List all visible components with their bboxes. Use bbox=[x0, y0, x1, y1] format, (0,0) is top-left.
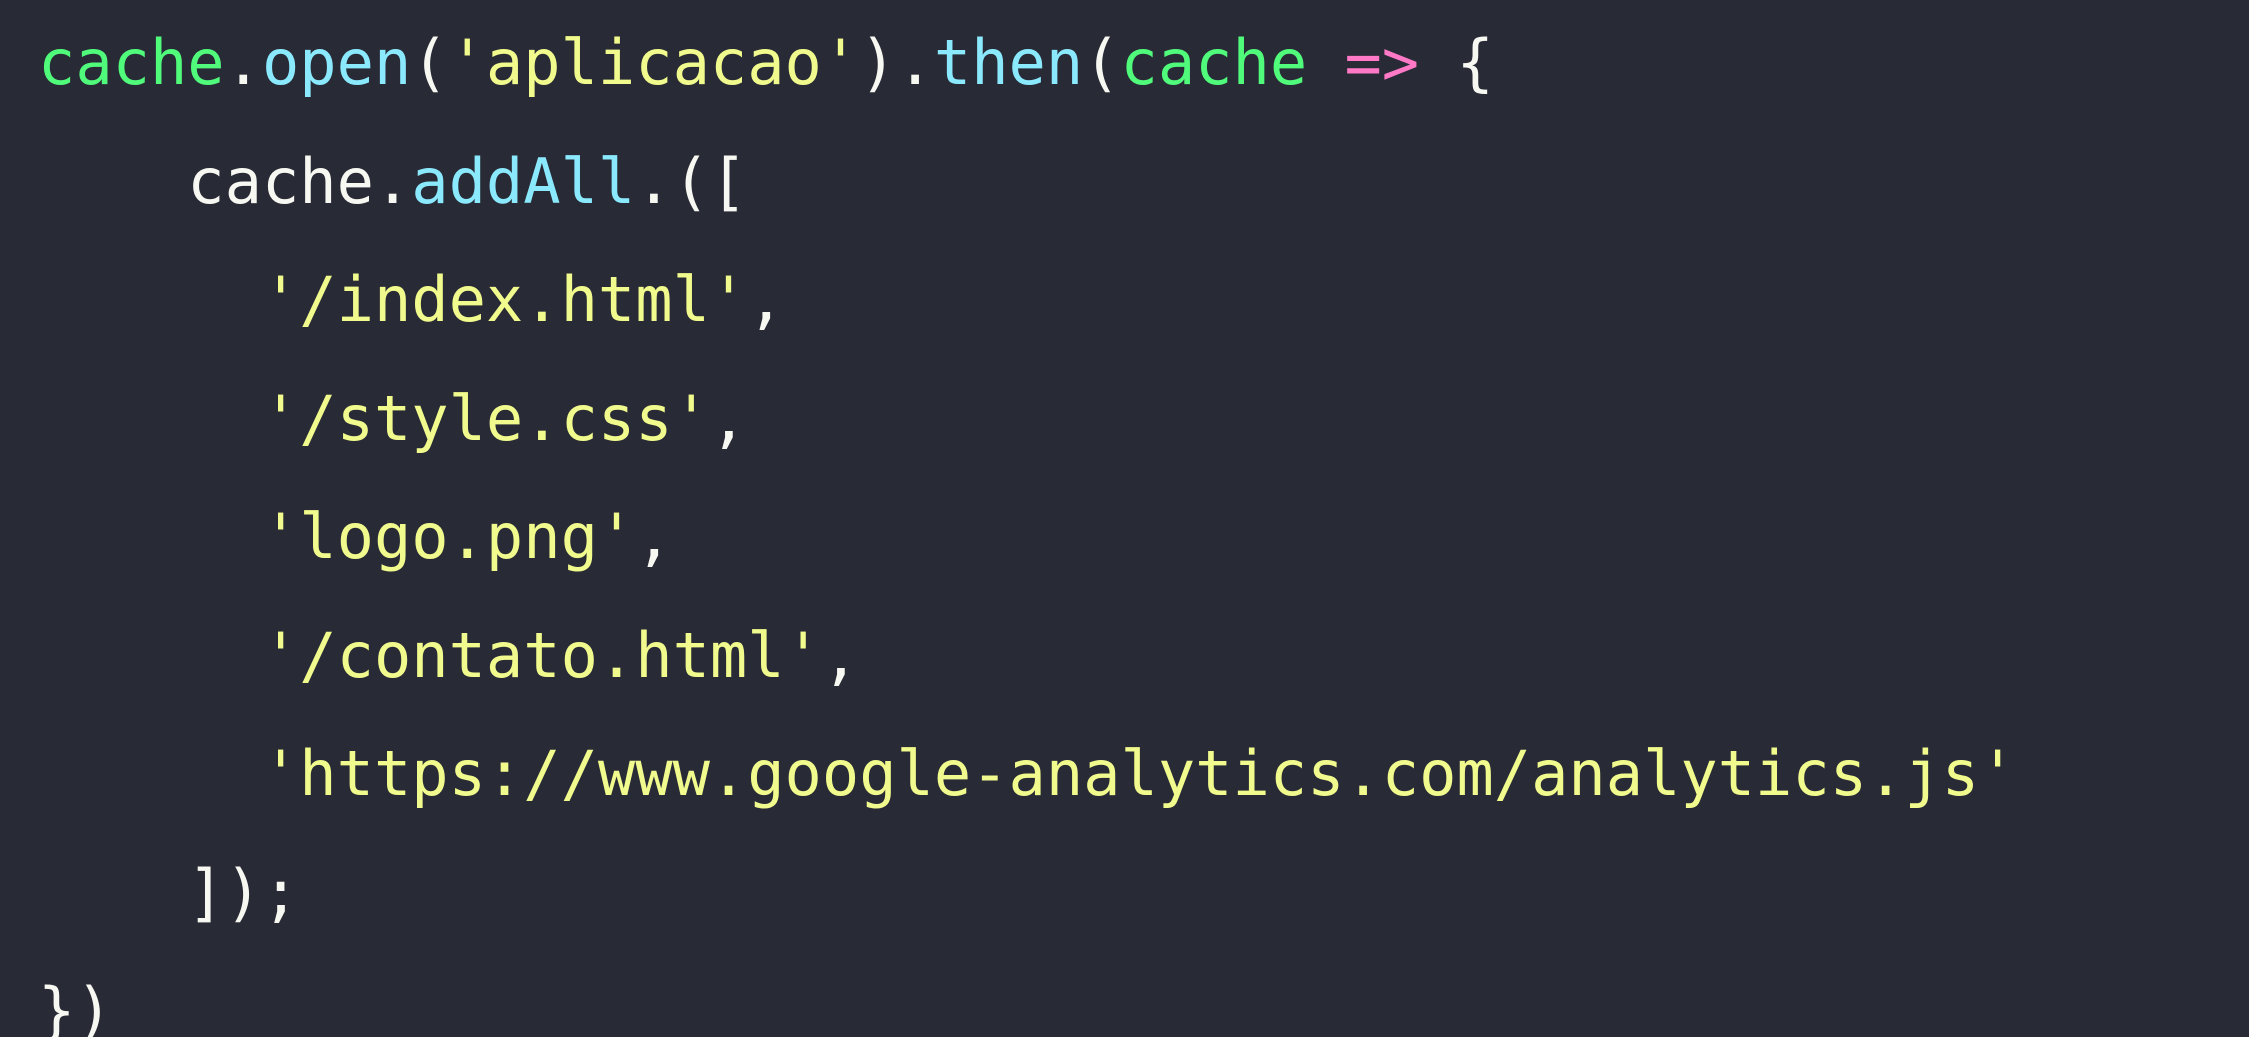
code-token-str: '/index.html' bbox=[261, 263, 748, 336]
code-token-plain: , bbox=[747, 263, 785, 336]
code-line: cache.open('aplicacao').then(cache => { bbox=[38, 10, 2249, 129]
code-line: ]); bbox=[38, 840, 2249, 959]
code-token-plain: cache. bbox=[38, 144, 412, 218]
code-token-fn: addAll bbox=[411, 144, 636, 218]
code-line: '/contato.html', bbox=[38, 603, 2249, 722]
code-token-plain: }) bbox=[38, 974, 113, 1037]
code-line: '/index.html', bbox=[38, 247, 2249, 366]
code-token-str: 'aplicacao' bbox=[448, 26, 860, 99]
code-token-var: cache bbox=[38, 26, 225, 99]
code-token-plain: ). bbox=[859, 26, 934, 99]
code-token-plain: ]); bbox=[38, 855, 300, 929]
code-token-str: '/contato.html' bbox=[261, 618, 822, 692]
code-editor: cache.open('aplicacao').then(cache => { … bbox=[0, 0, 2249, 1037]
code-token-plain: .([ bbox=[635, 144, 748, 218]
code-token-var: cache bbox=[1120, 26, 1308, 99]
code-token-fn: then bbox=[933, 26, 1084, 99]
code-line: 'https://www.google-analytics.com/analyt… bbox=[38, 721, 2249, 840]
code-line: }) bbox=[38, 958, 2249, 1037]
code-token-str: 'logo.png' bbox=[261, 500, 636, 573]
code-token-plain: , bbox=[821, 618, 860, 692]
code-token-plain: ( bbox=[411, 26, 449, 99]
code-line: 'logo.png', bbox=[38, 484, 2249, 603]
code-token-op: => bbox=[1344, 26, 1420, 99]
code-token-plain: ( bbox=[1083, 26, 1121, 99]
code-token-plain: , bbox=[635, 500, 673, 573]
code-token-str: '/style.css' bbox=[261, 381, 710, 455]
code-line: '/style.css', bbox=[38, 366, 2249, 485]
code-token-fn: open bbox=[261, 26, 412, 99]
code-token-plain: { bbox=[1419, 26, 1494, 99]
code-token-plain: . bbox=[224, 26, 262, 99]
code-line: cache.addAll.([ bbox=[38, 129, 2249, 248]
code-token-plain: , bbox=[709, 381, 748, 455]
code-token-str: 'https://www.google-analytics.com/analyt… bbox=[261, 737, 2017, 810]
